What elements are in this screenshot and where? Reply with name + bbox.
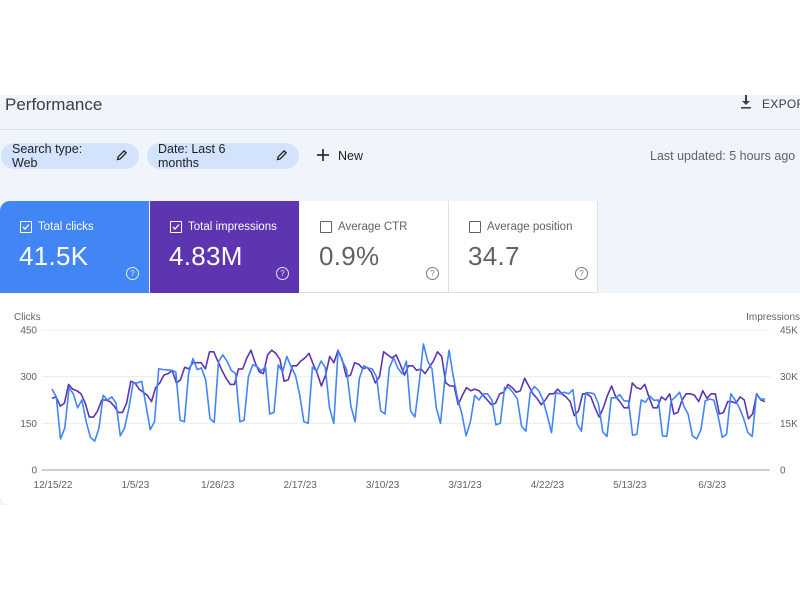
- x-tick-label: 3/31/23: [448, 480, 482, 491]
- checkbox-unchecked-icon[interactable]: [320, 221, 332, 233]
- x-tick-label: 4/22/23: [531, 480, 565, 491]
- export-label: EXPORT: [762, 96, 800, 111]
- left-tick-label: 150: [20, 419, 37, 430]
- right-tick-label: 0: [780, 466, 786, 477]
- new-filter-button[interactable]: New: [312, 143, 367, 169]
- left-tick-label: 0: [31, 466, 37, 477]
- plus-icon: [316, 148, 330, 165]
- download-icon: [738, 94, 754, 113]
- metric-label: Average CTR: [338, 221, 408, 233]
- series-line-clicks[interactable]: [51, 343, 765, 442]
- export-button[interactable]: EXPORT: [738, 94, 800, 113]
- x-tick-label: 6/3/23: [698, 480, 726, 491]
- search-type-filter-label: Search type: Web: [12, 142, 83, 170]
- last-updated-text: Last updated: 5 hours ago: [650, 149, 796, 163]
- page-title: Performance: [5, 95, 103, 114]
- metric-label: Total clicks: [38, 221, 94, 233]
- performance-chart-panel: Clicks Impressions 0 150 300 450 0 15K 30K 45K…: [0, 293, 800, 505]
- left-axis-label: Clicks: [14, 312, 41, 323]
- metric-value: 34.7: [468, 241, 520, 271]
- date-filter-label: Date: Last 6 months: [158, 142, 226, 170]
- metric-value: 0.9%: [319, 241, 380, 271]
- help-icon[interactable]: ?: [426, 267, 439, 280]
- right-tick-label: 30K: [780, 372, 798, 383]
- metric-card-average-position[interactable]: Average position 34.7 ?: [449, 201, 598, 293]
- x-tick-label: 1/5/23: [121, 480, 149, 491]
- metric-label: Total impressions: [188, 221, 277, 233]
- help-icon[interactable]: ?: [575, 267, 588, 280]
- filter-bar: Search type: Web Date: Last 6 months New…: [0, 141, 800, 171]
- pencil-icon[interactable]: [116, 149, 128, 164]
- checkbox-checked-icon[interactable]: [20, 221, 32, 233]
- x-tick-label: 5/13/23: [613, 480, 647, 491]
- checkbox-unchecked-icon[interactable]: [469, 221, 481, 233]
- x-tick-label: 1/26/23: [201, 480, 235, 491]
- performance-chart: Clicks Impressions 0 150 300 450 0 15K 30K 45K…: [14, 312, 800, 491]
- right-axis-label: Impressions: [746, 312, 800, 323]
- right-tick-label: 15K: [780, 419, 798, 430]
- left-tick-label: 300: [20, 372, 37, 383]
- right-tick-label: 45K: [780, 326, 798, 337]
- search-type-filter-chip[interactable]: Search type: Web: [1, 142, 139, 170]
- pencil-icon[interactable]: [276, 149, 288, 164]
- help-icon[interactable]: ?: [126, 267, 139, 280]
- help-icon[interactable]: ?: [276, 267, 289, 280]
- left-tick-label: 450: [20, 326, 37, 337]
- metric-card-average-ctr[interactable]: Average CTR 0.9% ?: [300, 201, 449, 293]
- metric-card-total-impressions[interactable]: Total impressions 4.83M ?: [150, 201, 299, 293]
- new-filter-label: New: [338, 149, 364, 163]
- metric-value: 41.5K: [19, 241, 89, 271]
- performance-page: Performance EXPORT Search type: Web Date…: [0, 95, 800, 505]
- x-tick-label: 2/17/23: [284, 480, 318, 491]
- date-filter-chip[interactable]: Date: Last 6 months: [147, 142, 299, 170]
- metric-cards: Total clicks 41.5K ? Total impressions 4…: [0, 201, 598, 293]
- page-header: Performance EXPORT: [0, 95, 800, 130]
- checkbox-checked-icon[interactable]: [170, 221, 182, 233]
- metric-value: 4.83M: [169, 241, 243, 271]
- metric-card-total-clicks[interactable]: Total clicks 41.5K ?: [0, 201, 149, 293]
- x-tick-label: 3/10/23: [366, 480, 400, 491]
- x-tick-label: 12/15/22: [34, 480, 73, 491]
- metric-label: Average position: [487, 221, 573, 233]
